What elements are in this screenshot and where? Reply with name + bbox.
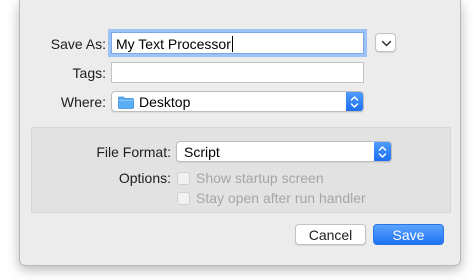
where-popup[interactable]: Desktop — [111, 91, 364, 112]
text-caret — [231, 36, 233, 52]
options-panel: File Format: Script Options: Show startu… — [31, 127, 451, 213]
show-startup-label: Show startup screen — [196, 170, 324, 186]
file-format-label: File Format: — [96, 144, 171, 160]
stay-open-label: Stay open after run handler — [196, 190, 366, 206]
up-down-arrows-icon — [378, 146, 387, 158]
tags-field[interactable] — [111, 62, 364, 83]
save-dialog: Save As: My Text Processor Tags: Where: … — [19, 0, 461, 266]
file-format-value: Script — [184, 144, 220, 160]
save-as-field[interactable]: My Text Processor — [111, 32, 364, 54]
cancel-button[interactable]: Cancel — [295, 224, 366, 245]
file-format-popup[interactable]: Script — [176, 141, 392, 162]
save-as-value: My Text Processor — [116, 36, 231, 52]
where-label: Where: — [60, 94, 106, 110]
save-as-label: Save As: — [50, 36, 106, 52]
stay-open-checkbox[interactable] — [177, 192, 190, 205]
tags-label: Tags: — [72, 65, 106, 81]
expand-dialog-button[interactable] — [375, 33, 396, 52]
save-button[interactable]: Save — [373, 224, 444, 245]
chevron-down-icon — [381, 40, 392, 47]
show-startup-checkbox[interactable] — [177, 172, 190, 185]
popup-stepper — [374, 142, 391, 161]
options-label: Options: — [118, 170, 171, 186]
where-value: Desktop — [139, 94, 191, 110]
popup-stepper — [346, 92, 363, 111]
up-down-arrows-icon — [350, 96, 359, 108]
folder-icon — [118, 96, 134, 109]
